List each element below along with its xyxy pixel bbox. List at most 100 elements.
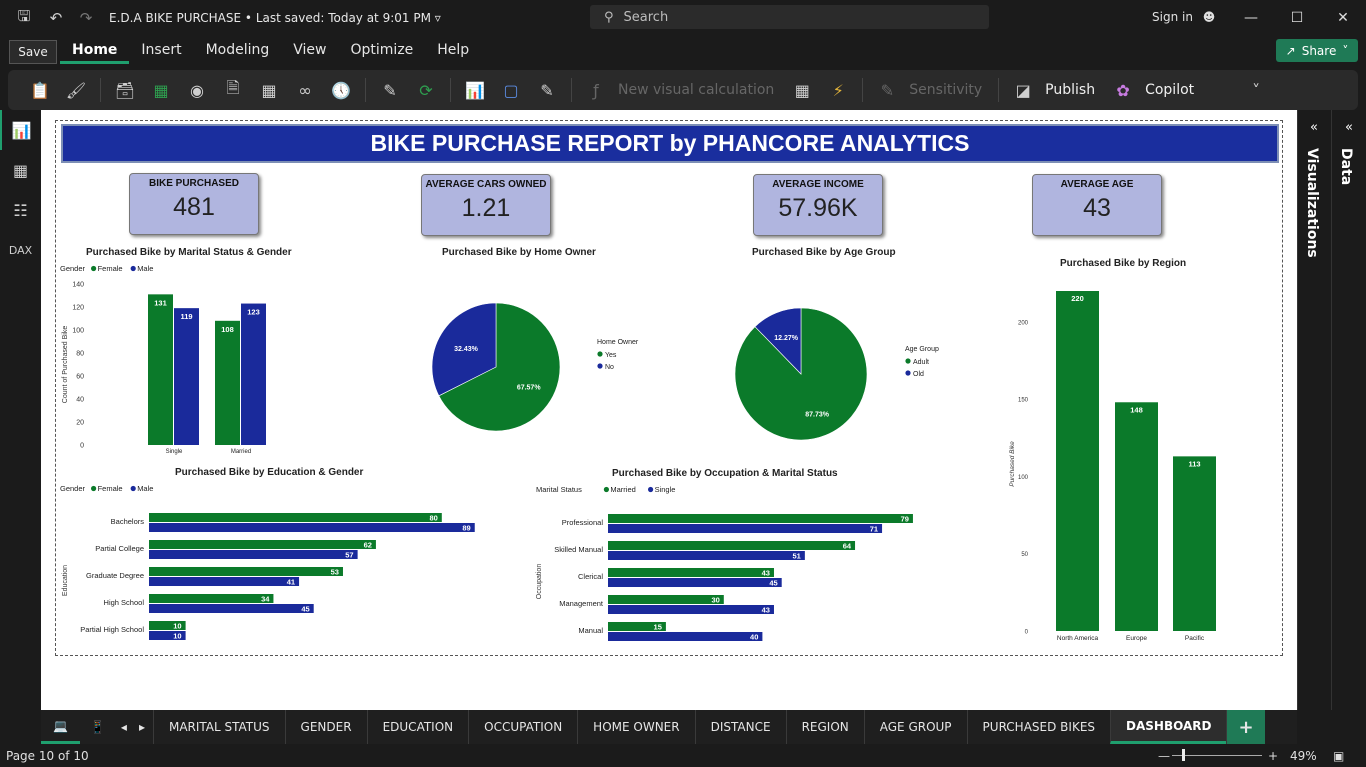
transform-data-icon[interactable]: ✎ [372,75,408,105]
search-box[interactable]: ⚲ Search [590,5,989,29]
publish-button[interactable]: Publish [1045,82,1095,98]
expand-data-icon[interactable]: « [1345,120,1353,135]
model-view-icon[interactable]: ☷ [0,190,41,230]
enter-data-icon[interactable]: ▦ [251,75,287,105]
table-view-icon[interactable]: ▦ [0,150,41,190]
desktop-layout-icon[interactable]: 💻 [41,710,80,744]
mobile-layout-icon[interactable]: 📱 [80,710,115,744]
maximize-icon[interactable]: ☐ [1274,0,1320,36]
tab-home-owner[interactable]: HOME OWNER [577,710,694,744]
chevron-down-icon[interactable]: ▿ [435,11,441,25]
bar [149,567,343,576]
zoom-out-icon[interactable]: — [1158,749,1170,763]
bar [608,514,913,523]
tab-optimize[interactable]: Optimize [339,38,426,64]
tab-occupation[interactable]: OCCUPATION [468,710,577,744]
data-label: 30 [711,596,719,605]
tab-help[interactable]: Help [425,38,481,64]
tab-distance[interactable]: DISTANCE [694,710,786,744]
sql-icon[interactable]: 🗎 [215,75,251,105]
expand-visualizations-icon[interactable]: « [1310,120,1318,135]
tab-insert[interactable]: Insert [129,38,193,64]
data-pane-tab[interactable]: Data [1338,148,1354,185]
tab-dashboard[interactable]: DASHBOARD [1110,710,1227,744]
new-measure-icon[interactable]: ▦ [784,75,820,105]
data-label: 43 [762,569,770,578]
user-icon[interactable]: ☻ [1203,10,1216,24]
ribbon-toolbar: 📋 🖌 🗃 ▦ ◉ 🗎 ▦ ∞ 🕔 ✎ ⟳ 📊 ▢ ✎ ƒ New visual… [8,70,1358,110]
more-visuals-icon[interactable]: ✎ [529,75,565,105]
bar [1173,456,1216,631]
quick-measure-icon[interactable]: ⚡ [820,75,856,105]
recent-sources-icon[interactable]: 🕔 [323,75,359,105]
fit-to-page-icon[interactable]: ▣ [1333,749,1344,763]
bar [149,550,358,559]
publish-icon[interactable]: ◪ [1005,75,1041,105]
format-painter-icon[interactable]: 🖌 [58,75,94,105]
prev-page-icon[interactable]: ◂ [115,710,133,744]
report-visuals: Gender Female Male020406080100120140Count … [60,264,1216,642]
side-panes: « « Visualizations Data [1297,110,1366,710]
paste-icon[interactable]: 📋 [22,75,58,105]
divider [998,78,1000,102]
sign-in-link[interactable]: Sign in ☻ [1152,10,1215,24]
legend-entry: Female [98,264,123,273]
data-label: 71 [870,525,878,534]
close-icon[interactable]: ✕ [1320,0,1366,36]
tab-view[interactable]: View [281,38,338,64]
data-label: 87.73% [805,411,830,418]
visualizations-pane-tab[interactable]: Visualizations [1304,148,1320,258]
undo-icon[interactable]: ↶ [45,7,67,29]
search-input[interactable]: Search [624,10,669,25]
redo-icon[interactable]: ↷ [75,7,97,29]
report-page: BIKE PURCHASE REPORT by PHANCORE ANALYTI… [55,120,1283,656]
next-page-icon[interactable]: ▸ [133,710,153,744]
add-page-button[interactable]: + [1226,710,1265,744]
page-tabs-bar: 💻 📱 ◂ ▸ MARITAL STATUS GENDER EDUCATION … [41,710,1297,744]
collapse-ribbon-icon[interactable]: ˅ [1238,75,1274,105]
divider [365,78,366,102]
y-tick-label: High School [104,598,145,607]
zoom-in-icon[interactable]: + [1268,749,1278,763]
tab-age-group[interactable]: AGE GROUP [863,710,967,744]
y-tick-label: Manual [578,626,603,635]
tab-marital-status[interactable]: MARITAL STATUS [152,710,285,744]
y-tick-label: 0 [80,443,84,450]
ribbon-tabs: Home Insert Modeling View Optimize Help [60,38,481,64]
zoom-slider[interactable] [1172,749,1262,761]
minimize-icon[interactable]: — [1228,0,1274,36]
new-visual-icon[interactable]: 📊 [457,75,493,105]
document-title[interactable]: E.D.A BIKE PURCHASE • Last saved: Today … [109,11,441,25]
tab-modeling[interactable]: Modeling [194,38,282,64]
dax-query-view-icon[interactable]: DAX [0,230,41,270]
y-tick-label: 120 [72,305,84,312]
bar [608,551,805,560]
legend-entry: Male [137,484,153,493]
share-button[interactable]: ↗ Share ˅ [1276,39,1358,62]
tab-home[interactable]: Home [60,38,130,64]
bar [608,541,856,550]
y-tick-label: Clerical [578,572,603,581]
data-label: 41 [287,578,295,587]
data-label: 51 [793,552,801,561]
x-tick-label: North America [1057,635,1099,642]
tab-region[interactable]: REGION [785,710,864,744]
save-icon[interactable]: 🖫 [13,7,35,29]
refresh-icon[interactable]: ⟳ [408,75,444,105]
dataverse-icon[interactable]: ∞ [287,75,323,105]
legend-entry: Married [610,485,635,494]
zoom-slider-thumb[interactable] [1182,749,1185,761]
get-data-icon[interactable]: 🗃 [107,75,143,105]
text-box-icon[interactable]: ▢ [493,75,529,105]
tab-gender[interactable]: GENDER [284,710,367,744]
report-view-icon[interactable]: 📊 [0,110,41,150]
excel-icon[interactable]: ▦ [143,75,179,105]
copilot-icon[interactable]: ✿ [1105,75,1141,105]
onelake-icon[interactable]: ◉ [179,75,215,105]
tab-purchased-bikes[interactable]: PURCHASED BIKES [966,710,1110,744]
copilot-button[interactable]: Copilot [1145,82,1194,98]
legend-marker [905,370,911,376]
data-label: 34 [261,595,270,604]
tab-education[interactable]: EDUCATION [366,710,469,744]
data-label: 119 [180,312,192,321]
